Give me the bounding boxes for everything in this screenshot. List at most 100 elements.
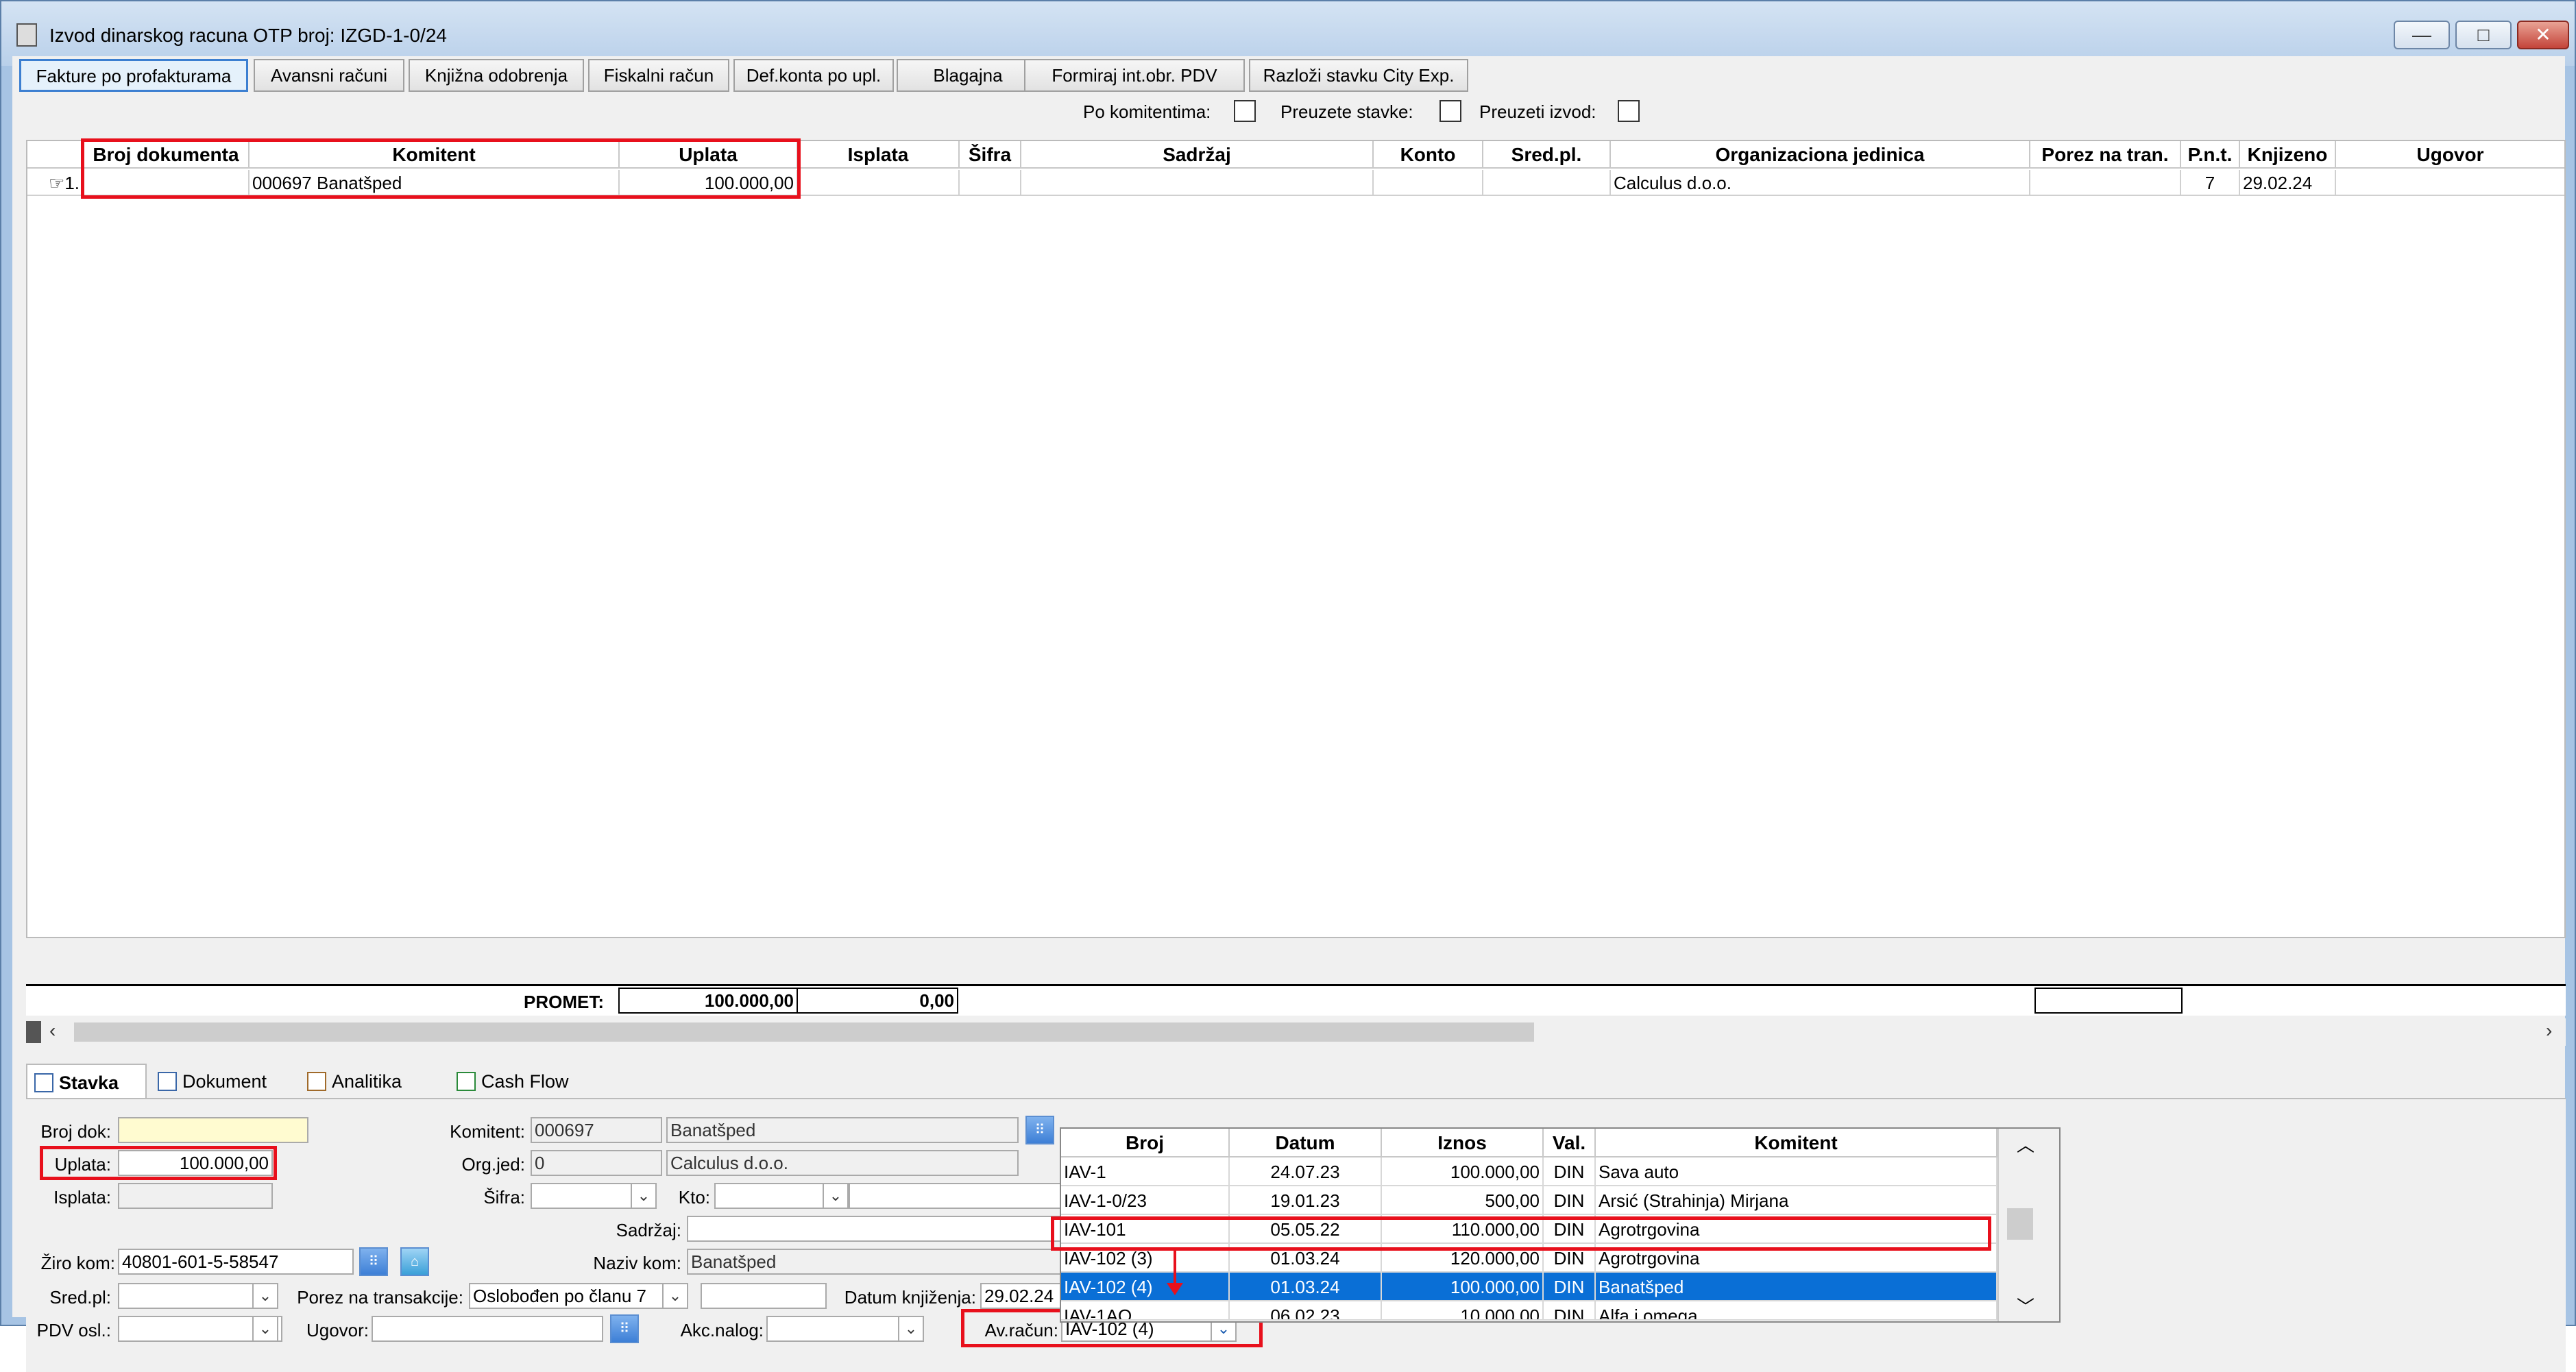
porez-extra-field[interactable]: [701, 1283, 827, 1309]
popup-cell-datum[interactable]: 06.02.23: [1230, 1301, 1382, 1321]
sred-pl-dropdown-icon[interactable]: ⌄: [252, 1283, 278, 1309]
cell-knjizeno[interactable]: 29.02.24: [2240, 170, 2336, 196]
popup-cell-broj[interactable]: IAV-1: [1061, 1157, 1230, 1186]
ugovor-field[interactable]: [372, 1316, 603, 1342]
col-sred-pl[interactable]: Sred.pl.: [1483, 141, 1611, 169]
col-broj-dokumenta[interactable]: Broj dokumenta: [84, 141, 250, 169]
kto-dropdown-icon[interactable]: ⌄: [823, 1183, 849, 1209]
akc-nalog-dropdown-icon[interactable]: ⌄: [898, 1316, 924, 1342]
popup-cell-iznos[interactable]: 110.000,00: [1382, 1215, 1544, 1244]
popup-scroll-thumb[interactable]: [2007, 1208, 2033, 1240]
org-jed-code-field[interactable]: 0: [531, 1150, 662, 1176]
popup-cell-broj[interactable]: IAV-102 (3): [1061, 1244, 1230, 1273]
preuzete-stavke-checkbox[interactable]: [1439, 100, 1461, 122]
cell-konto[interactable]: [1374, 170, 1483, 196]
komitent-code-field[interactable]: 000697: [531, 1117, 662, 1143]
col-uplata[interactable]: Uplata: [620, 141, 798, 169]
sred-pl-field[interactable]: [118, 1283, 269, 1309]
popup-cell-komitent[interactable]: Arsić (Strahinja) Mirjana: [1596, 1186, 1997, 1215]
popup-cell-broj[interactable]: IAV-1AO: [1061, 1301, 1230, 1321]
razlozi-stavku-button[interactable]: Razloži stavku City Exp.: [1249, 59, 1468, 92]
col-komitent[interactable]: Komitent: [250, 141, 620, 169]
popup-cell-komitent[interactable]: Banatšped: [1596, 1273, 1997, 1301]
cell-komitent[interactable]: 000697 Banatšped: [250, 170, 620, 196]
uplata-field[interactable]: 100.000,00: [118, 1150, 273, 1176]
scroll-down-icon[interactable]: ﹀: [2017, 1293, 2034, 1319]
isplata-field[interactable]: [118, 1183, 273, 1209]
bank-icon[interactable]: ⌂: [400, 1247, 429, 1276]
popup-scrollbar[interactable]: ︿ ﹀: [1997, 1129, 2059, 1321]
cell-ugovor[interactable]: [2336, 170, 2564, 196]
popup-cell-datum[interactable]: 24.07.23: [1230, 1157, 1382, 1186]
popup-cell-iznos[interactable]: 120.000,00: [1382, 1244, 1544, 1273]
cell-sifra[interactable]: [960, 170, 1021, 196]
col-ugovor[interactable]: Ugovor: [2336, 141, 2564, 169]
cell-porez[interactable]: [2030, 170, 2181, 196]
knjizna-odobrenja-button[interactable]: Knjižna odobrenja: [409, 59, 584, 92]
popup-cell-val[interactable]: DIN: [1544, 1301, 1596, 1321]
popup-cell-datum[interactable]: 01.03.24: [1230, 1244, 1382, 1273]
sifra-dropdown-icon[interactable]: ⌄: [631, 1183, 657, 1209]
popup-cell-broj[interactable]: IAV-102 (4): [1061, 1273, 1230, 1301]
tab-dokument[interactable]: Dokument: [151, 1064, 295, 1099]
po-komitentima-checkbox[interactable]: [1234, 100, 1256, 122]
tab-stavka[interactable]: Stavka: [26, 1064, 147, 1099]
def-konta-button[interactable]: Def.konta po upl.: [733, 59, 894, 92]
scroll-thumb[interactable]: [74, 1022, 1534, 1042]
ziro-lookup-icon[interactable]: ⠿: [359, 1247, 388, 1276]
pdv-osl-dropdown-icon[interactable]: ⌄: [252, 1316, 278, 1342]
popup-cell-komitent[interactable]: Agrotrgovina: [1596, 1215, 1997, 1244]
broj-dok-field[interactable]: [118, 1117, 308, 1143]
col-porez-na-tran[interactable]: Porez na tran.: [2030, 141, 2181, 169]
tab-cash-flow[interactable]: Cash Flow: [450, 1064, 596, 1099]
cell-org-jedinica[interactable]: Calculus d.o.o.: [1611, 170, 2030, 196]
col-isplata[interactable]: Isplata: [798, 141, 960, 169]
col-knjizeno[interactable]: Knjizeno: [2240, 141, 2336, 169]
popup-cell-val[interactable]: DIN: [1544, 1215, 1596, 1244]
cell-sadrzaj[interactable]: [1021, 170, 1374, 196]
cell-isplata[interactable]: [798, 170, 960, 196]
popup-cell-datum[interactable]: 05.05.22: [1230, 1215, 1382, 1244]
popup-cell-komitent[interactable]: Alfa i omega: [1596, 1301, 1997, 1321]
close-button[interactable]: ✕: [2517, 21, 2569, 49]
popup-cell-datum[interactable]: 01.03.24: [1230, 1273, 1382, 1301]
cell-broj-dokumenta[interactable]: [84, 170, 250, 196]
row-indicator[interactable]: ☞1.: [27, 170, 84, 196]
av-racun-dropdown-list[interactable]: Broj Datum Iznos Val. Komitent IAV-1 24.0…: [1060, 1127, 2061, 1323]
popup-cell-iznos[interactable]: 500,00: [1382, 1186, 1544, 1215]
cell-sred-pl[interactable]: [1483, 170, 1611, 196]
maximize-button[interactable]: □: [2455, 21, 2512, 49]
preuzeti-izvod-checkbox[interactable]: [1618, 100, 1640, 122]
cell-uplata[interactable]: 100.000,00: [620, 170, 798, 196]
popup-cell-val[interactable]: DIN: [1544, 1186, 1596, 1215]
popup-cell-iznos[interactable]: 10.000,00: [1382, 1301, 1544, 1321]
stavke-grid[interactable]: Broj dokumenta Komitent Uplata Isplata Š…: [26, 138, 2566, 938]
ugovor-lookup-icon[interactable]: ⠿: [610, 1314, 639, 1343]
sadrzaj-field[interactable]: [687, 1216, 1067, 1242]
ziro-kom-field[interactable]: 40801-601-5-58547: [118, 1249, 354, 1275]
popup-cell-iznos[interactable]: 100.000,00: [1382, 1273, 1544, 1301]
komitent-lookup-icon[interactable]: ⠿: [1025, 1116, 1054, 1144]
blagajna-button[interactable]: Blagajna: [897, 59, 1039, 92]
popup-cell-broj[interactable]: IAV-1-0/23: [1061, 1186, 1230, 1215]
col-sifra[interactable]: Šifra: [960, 141, 1021, 169]
porez-field[interactable]: Oslobođen po članu 7: [469, 1283, 673, 1309]
porez-dropdown-icon[interactable]: ⌄: [662, 1283, 688, 1309]
popup-cell-val[interactable]: DIN: [1544, 1273, 1596, 1301]
col-konto[interactable]: Konto: [1374, 141, 1483, 169]
popup-cell-datum[interactable]: 19.01.23: [1230, 1186, 1382, 1215]
scroll-up-icon[interactable]: ︿: [2017, 1131, 2034, 1157]
minimize-button[interactable]: —: [2394, 21, 2450, 49]
col-sadrzaj[interactable]: Sadržaj: [1021, 141, 1374, 169]
scroll-right-icon[interactable]: ›: [2546, 1020, 2552, 1042]
tab-analitika[interactable]: Analitika: [300, 1064, 444, 1099]
fiskalni-racun-button[interactable]: Fiskalni račun: [588, 59, 729, 92]
fakture-po-profakturama-button[interactable]: Fakture po profakturama: [19, 59, 248, 92]
horizontal-scrollbar[interactable]: ‹ ›: [26, 1018, 2566, 1046]
avansni-racuni-button[interactable]: Avansni računi: [254, 59, 404, 92]
popup-cell-komitent[interactable]: Sava auto: [1596, 1157, 1997, 1186]
popup-cell-broj[interactable]: IAV-101: [1061, 1215, 1230, 1244]
popup-cell-iznos[interactable]: 100.000,00: [1382, 1157, 1544, 1186]
formiraj-int-obr-pdv-button[interactable]: Formiraj int.obr. PDV: [1024, 59, 1245, 92]
sifra-field[interactable]: [531, 1183, 640, 1209]
